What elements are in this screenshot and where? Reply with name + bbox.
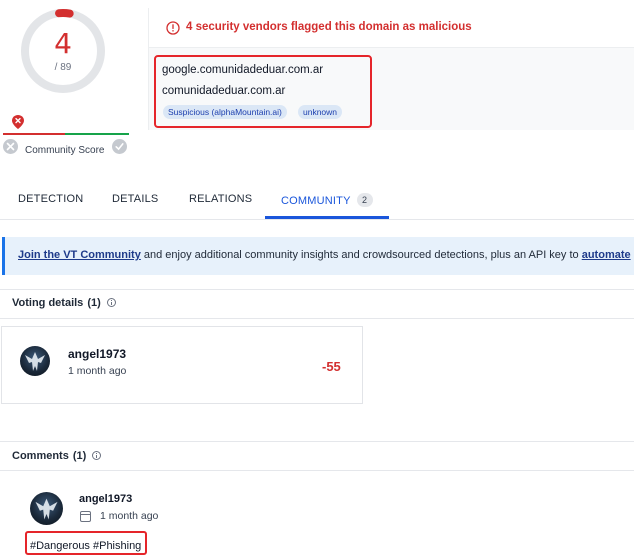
comment-username[interactable]: angel1973	[79, 493, 132, 505]
comments-count: (1)	[72, 450, 87, 462]
tab-bar: DETECTION DETAILS RELATIONS COMMUNITY 2	[0, 178, 634, 220]
parent-domain-link[interactable]: comunidadeduar.com.ar	[162, 85, 285, 97]
community-score-label: Community Score	[25, 145, 105, 156]
community-count-badge: 2	[356, 193, 373, 207]
comments-title: Comments	[12, 450, 69, 462]
vote-value: -55	[322, 359, 341, 374]
tab-detection[interactable]: DETECTION	[18, 193, 83, 205]
tag-suspicious[interactable]: Suspicious (alphaMountain.ai)	[163, 105, 287, 119]
vote-username[interactable]: angel1973	[68, 347, 126, 361]
community-score-bar	[3, 133, 129, 135]
malicious-marker-icon	[12, 115, 24, 129]
detection-score-gauge: 4 / 89	[17, 5, 109, 97]
info-icon[interactable]	[92, 451, 102, 460]
tab-community-label: COMMUNITY	[281, 195, 351, 207]
join-banner-text: Join the VT Community and enjoy addition…	[18, 249, 631, 261]
voting-count: (1)	[87, 297, 101, 309]
active-tab-indicator	[265, 216, 389, 219]
divider	[0, 470, 634, 471]
vote-harmless-button[interactable]	[112, 139, 127, 154]
tab-details[interactable]: DETAILS	[112, 193, 158, 205]
divider	[0, 441, 634, 442]
avatar-icon	[35, 498, 58, 520]
domain-name[interactable]: google.comunidadeduar.com.ar	[162, 64, 323, 76]
join-community-link[interactable]: Join the VT Community	[18, 249, 141, 261]
info-icon[interactable]	[106, 298, 116, 307]
avatar[interactable]	[30, 492, 63, 525]
join-community-banner: Join the VT Community and enjoy addition…	[2, 237, 634, 275]
check-icon	[115, 143, 124, 151]
divider	[0, 318, 634, 319]
alert-circle-icon	[166, 21, 180, 35]
voting-details-title: Voting details	[12, 297, 84, 309]
tag-unknown[interactable]: unknown	[298, 105, 343, 119]
comments-heading: Comments (1)	[12, 450, 102, 462]
tab-community[interactable]: COMMUNITY 2	[281, 193, 373, 207]
automate-link[interactable]: automate	[582, 249, 631, 261]
vote-harmful-button[interactable]	[3, 139, 18, 154]
vote-card: angel1973 1 month ago -55	[1, 326, 363, 404]
tab-relations[interactable]: RELATIONS	[189, 193, 252, 205]
malicious-alert-message: 4 security vendors flagged this domain a…	[186, 21, 472, 33]
avatar[interactable]	[20, 346, 50, 376]
calendar-icon	[80, 511, 91, 522]
community-score: Community Score	[3, 139, 133, 159]
avatar-icon	[25, 352, 45, 371]
voting-details-heading: Voting details (1)	[12, 297, 116, 309]
comment-text: #Dangerous #Phishing	[30, 540, 142, 552]
engines-total: / 89	[54, 62, 72, 73]
close-icon	[6, 142, 15, 151]
detection-count: 4	[54, 27, 72, 60]
join-banner-body: and enjoy additional community insights …	[140, 249, 582, 261]
comment-time: 1 month ago	[100, 510, 159, 522]
divider	[0, 289, 634, 290]
vote-time: 1 month ago	[68, 365, 127, 377]
